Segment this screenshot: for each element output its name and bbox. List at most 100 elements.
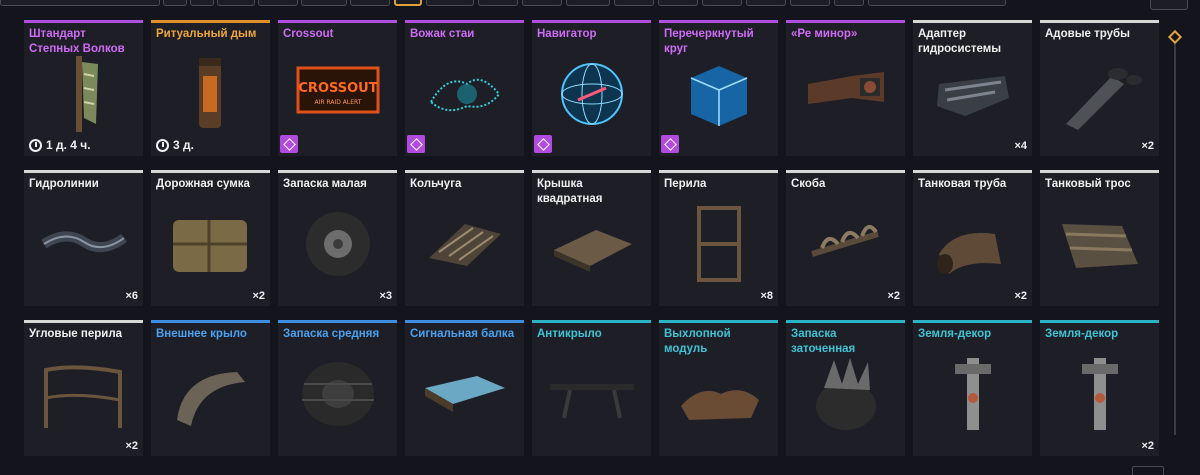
item-card[interactable]: Крышка квадратная xyxy=(532,170,651,306)
item-card[interactable]: Выхлопной модуль xyxy=(659,320,778,456)
hydraulic-adapter-icon xyxy=(923,53,1022,134)
sharpened-tire-icon xyxy=(796,353,895,434)
banner-icon xyxy=(34,53,133,134)
top-tab[interactable] xyxy=(868,0,1006,6)
item-name: Антикрыло xyxy=(537,328,602,340)
item-quantity: ×8 xyxy=(760,290,773,302)
item-card[interactable]: Скоба ×2 xyxy=(786,170,905,306)
fender-icon xyxy=(161,353,260,434)
timer-text: 3 д. xyxy=(173,138,194,152)
top-tab[interactable] xyxy=(614,0,654,6)
item-name: Кольчуга xyxy=(410,178,462,190)
item-card[interactable]: Внешнее крыло xyxy=(151,320,270,456)
item-name: Запаска средняя xyxy=(283,328,380,340)
item-name: Гидролинии xyxy=(29,178,99,190)
top-tab[interactable] xyxy=(350,0,390,6)
item-name: Дорожная сумка xyxy=(156,178,250,190)
timer-text: 1 д. 4 ч. xyxy=(46,138,91,152)
item-card[interactable]: Запаска заточенная xyxy=(786,320,905,456)
item-card[interactable]: Сигнальная балка xyxy=(405,320,524,456)
top-tab-active[interactable] xyxy=(394,0,422,6)
item-card[interactable]: Вожак стаи xyxy=(405,20,524,156)
scroll-track[interactable] xyxy=(1174,30,1176,435)
earth-decor-icon xyxy=(1050,353,1149,434)
scrollbar[interactable] xyxy=(1167,29,1183,435)
item-name: Вожак стаи xyxy=(410,28,475,40)
top-tab[interactable] xyxy=(190,0,214,6)
inventory-grid: Штандарт Степных Волков 1 д. 4 ч. Ритуальн… xyxy=(24,20,1159,456)
top-tab[interactable] xyxy=(658,0,698,6)
item-quantity: ×2 xyxy=(252,290,265,302)
item-card[interactable]: Навигатор xyxy=(532,20,651,156)
item-card[interactable]: Гидролинии ×6 xyxy=(24,170,143,306)
top-right-button[interactable] xyxy=(1150,0,1188,10)
item-name: Земля-декор xyxy=(1045,328,1119,340)
small-tire-icon xyxy=(288,203,387,284)
item-card[interactable]: Танковый трос xyxy=(1040,170,1159,306)
cosmetic-badge-icon xyxy=(534,135,552,153)
item-card[interactable]: Угловые перила ×2 xyxy=(24,320,143,456)
scroll-thumb[interactable] xyxy=(1167,29,1183,45)
item-card[interactable]: «Ре минор» xyxy=(786,20,905,156)
cosmetic-badge-icon xyxy=(407,135,425,153)
item-card[interactable]: Запаска малая ×3 xyxy=(278,170,397,306)
item-name: Земля-декор xyxy=(918,328,992,340)
item-card[interactable]: Штандарт Степных Волков 1 д. 4 ч. xyxy=(24,20,143,156)
item-card[interactable]: Перила ×8 xyxy=(659,170,778,306)
top-tab[interactable] xyxy=(478,0,518,6)
top-tab[interactable] xyxy=(0,0,160,6)
item-name: Угловые перила xyxy=(29,328,123,340)
item-name: Запаска малая xyxy=(283,178,367,190)
top-tab[interactable] xyxy=(522,0,562,6)
rental-timer: 3 д. xyxy=(156,138,194,152)
railing-icon xyxy=(669,203,768,284)
bottom-strip xyxy=(0,466,1200,475)
bottom-button[interactable] xyxy=(1132,466,1164,475)
item-card[interactable]: Адаптер гидросистемы ×4 xyxy=(913,20,1032,156)
item-card[interactable]: Кольчуга xyxy=(405,170,524,306)
item-card[interactable]: Дорожная сумка ×2 xyxy=(151,170,270,306)
top-tab-strip xyxy=(0,0,1200,10)
top-tab[interactable] xyxy=(790,0,830,6)
rental-timer: 1 д. 4 ч. xyxy=(29,138,91,152)
item-name: Перила xyxy=(664,178,707,190)
item-quantity: ×2 xyxy=(1014,290,1027,302)
item-card[interactable]: Адовые трубы ×2 xyxy=(1040,20,1159,156)
travel-bag-icon xyxy=(161,203,260,284)
item-card[interactable]: Crossout CROSSOUT AIR RAID ALERT xyxy=(278,20,397,156)
item-card[interactable]: Танковая труба ×2 xyxy=(913,170,1032,306)
hologram-wolf-icon xyxy=(415,53,514,134)
tank-pipe-icon xyxy=(923,203,1022,284)
item-card[interactable]: Запаска средняя xyxy=(278,320,397,456)
item-name: Скоба xyxy=(791,178,826,190)
item-quantity: ×3 xyxy=(379,290,392,302)
item-name: «Ре минор» xyxy=(791,28,858,40)
top-tab[interactable] xyxy=(301,0,347,6)
top-tab[interactable] xyxy=(426,0,474,6)
top-tab[interactable] xyxy=(566,0,610,6)
exhaust-module-icon xyxy=(669,353,768,434)
cosmetic-badge-icon xyxy=(280,135,298,153)
top-tab[interactable] xyxy=(834,0,864,6)
corner-railing-icon xyxy=(34,353,133,434)
bracket-icon xyxy=(796,203,895,284)
top-tab[interactable] xyxy=(163,0,187,6)
top-tab[interactable] xyxy=(217,0,255,6)
top-tab[interactable] xyxy=(258,0,298,6)
item-name: Сигнальная балка xyxy=(410,328,515,340)
item-quantity: ×2 xyxy=(887,290,900,302)
item-name: Навигатор xyxy=(537,28,597,40)
blue-cube-icon xyxy=(669,53,768,134)
item-name: Танковая труба xyxy=(918,178,1007,190)
item-quantity: ×4 xyxy=(1014,140,1027,152)
item-name: Внешнее крыло xyxy=(156,328,247,340)
item-card[interactable]: Земля-декор ×2 xyxy=(1040,320,1159,456)
top-tab[interactable] xyxy=(746,0,786,6)
item-card[interactable]: Перечеркнутый круг xyxy=(659,20,778,156)
item-card[interactable]: Антикрыло xyxy=(532,320,651,456)
item-card[interactable]: Земля-декор xyxy=(913,320,1032,456)
item-card[interactable]: Ритуальный дым 3 д. xyxy=(151,20,270,156)
item-name: Танковый трос xyxy=(1045,178,1131,190)
clock-icon xyxy=(156,138,169,152)
top-tab[interactable] xyxy=(702,0,742,6)
